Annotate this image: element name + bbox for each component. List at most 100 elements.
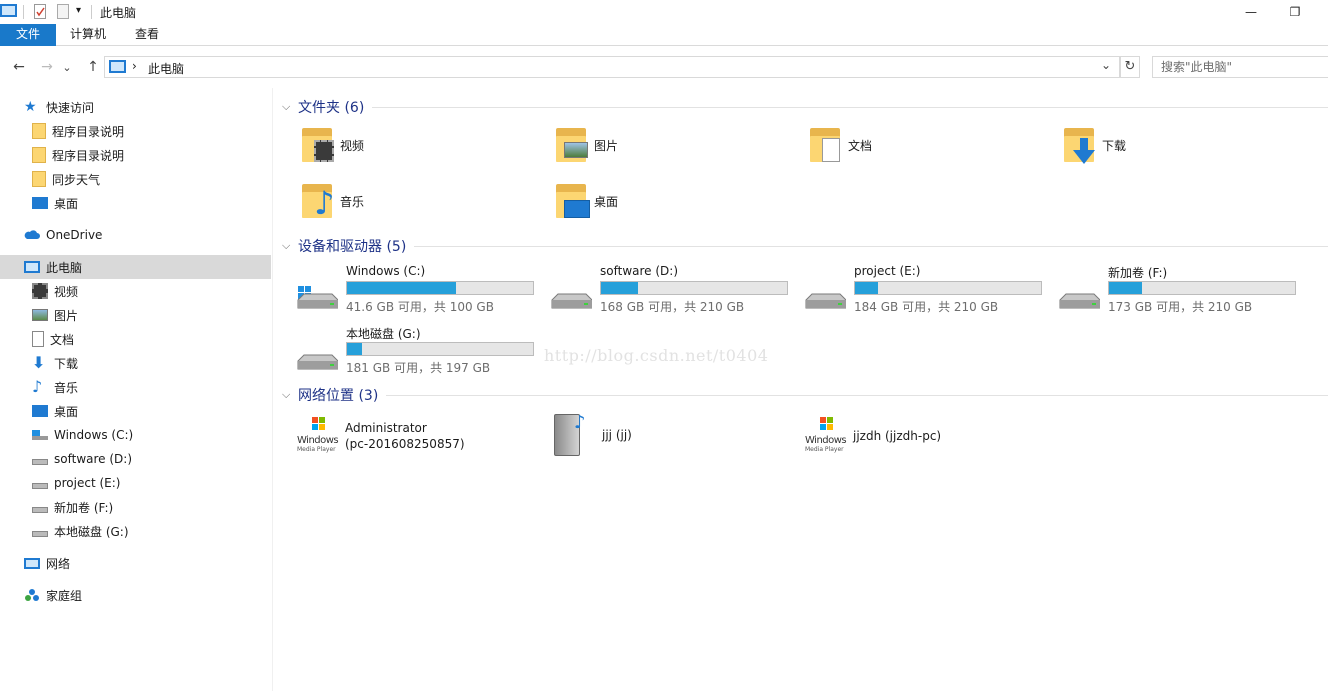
sidebar-item-this-pc[interactable]: 此电脑 xyxy=(0,255,271,279)
drive-name: 本地磁盘 (G:) xyxy=(346,327,421,341)
sidebar-item-label: 音乐 xyxy=(54,380,79,395)
network-location-jjzdh[interactable]: Windows Media Player jjzdh (jjzdh-pc) xyxy=(805,415,941,457)
recent-locations-button[interactable]: ⌄ xyxy=(60,54,74,80)
sidebar-item-label: 程序目录说明 xyxy=(52,124,125,139)
group-header-drives[interactable]: ⌵ 设备和驱动器 (5) xyxy=(282,236,1328,256)
sidebar-item-drive-g[interactable]: 本地磁盘 (G:) xyxy=(0,519,271,543)
sidebar-item-desktop[interactable]: 桌面 xyxy=(0,399,271,423)
sidebar-item-label: 文档 xyxy=(50,332,75,347)
icon-caption: Media Player xyxy=(297,446,336,453)
network-location-administrator[interactable]: Windows Media Player Administrator (pc-2… xyxy=(297,415,465,457)
sidebar-item-drive-d[interactable]: software (D:) xyxy=(0,447,271,471)
up-button[interactable]: ↑ xyxy=(82,54,104,80)
drive-icon xyxy=(32,507,48,513)
folder-tile-pictures[interactable]: 图片 xyxy=(554,126,618,164)
group-header-folders[interactable]: ⌵ 文件夹 (6) xyxy=(282,97,1328,117)
forward-button[interactable]: → xyxy=(36,54,58,80)
sidebar-item-label: project (E:) xyxy=(54,476,121,490)
minimize-button[interactable]: — xyxy=(1228,0,1274,24)
sidebar-item-quick-folder[interactable]: 程序目录说明 xyxy=(0,143,271,167)
sidebar-item-quick-folder[interactable]: 同步天气 xyxy=(0,167,271,191)
sidebar-item-label: 桌面 xyxy=(54,196,79,211)
folder-label: 音乐 xyxy=(340,194,365,209)
ribbon-tabs: 文件 计算机 查看 xyxy=(0,24,1328,46)
sidebar-item-quick-folder[interactable]: 程序目录说明 xyxy=(0,119,271,143)
drive-usage-fill xyxy=(1109,282,1142,294)
drive-name: 新加卷 (F:) xyxy=(1108,266,1168,280)
sidebar-item-label: 图片 xyxy=(54,308,79,323)
tab-view[interactable]: 查看 xyxy=(121,24,173,46)
group-header-network[interactable]: ⌵ 网络位置 (3) xyxy=(282,385,1328,405)
back-button[interactable]: ← xyxy=(8,54,30,80)
watermark-text: http://blog.csdn.net/t0404 xyxy=(544,346,769,365)
sidebar-item-onedrive[interactable]: OneDrive xyxy=(0,223,271,247)
drive-tile[interactable]: Windows (C:) 41.6 GB 可用，共 100 GB xyxy=(296,264,536,314)
drive-icon xyxy=(32,459,48,465)
drive-tile[interactable]: 本地磁盘 (G:) 181 GB 可用，共 197 GB xyxy=(296,325,536,375)
sidebar-item-documents[interactable]: 文档 xyxy=(0,327,271,351)
refresh-button[interactable]: ↻ xyxy=(1120,56,1140,78)
cloud-icon xyxy=(24,227,40,243)
network-location-jjj[interactable]: ♪ jjj (jj) xyxy=(554,412,632,458)
folder-icon xyxy=(32,123,46,139)
tab-file[interactable]: 文件 xyxy=(0,24,56,46)
drive-free-space: 168 GB 可用，共 210 GB xyxy=(600,300,745,314)
new-folder-icon[interactable] xyxy=(57,4,69,19)
folder-tile-desktop[interactable]: 桌面 xyxy=(554,182,618,220)
drive-tile[interactable]: project (E:) 184 GB 可用，共 210 GB xyxy=(804,264,1044,314)
folder-label: 图片 xyxy=(594,138,619,153)
sidebar-item-videos[interactable]: 视频 xyxy=(0,279,271,303)
sidebar-item-network[interactable]: 网络 xyxy=(0,551,271,575)
sidebar-item-label: software (D:) xyxy=(54,452,132,466)
drive-free-space: 181 GB 可用，共 197 GB xyxy=(346,361,491,375)
media-server-icon: ♪ xyxy=(554,412,596,458)
sidebar-item-label: 网络 xyxy=(46,556,71,571)
sidebar-item-pictures[interactable]: 图片 xyxy=(0,303,271,327)
divider xyxy=(386,394,1328,396)
drive-tile[interactable]: 新加卷 (F:) 173 GB 可用，共 210 GB xyxy=(1058,264,1298,314)
sidebar-item-drive-c[interactable]: Windows (C:) xyxy=(0,423,271,447)
sidebar-item-drive-f[interactable]: 新加卷 (F:) xyxy=(0,495,271,519)
sidebar-item-homegroup[interactable]: 家庭组 xyxy=(0,583,271,607)
folder-tile-documents[interactable]: 文档 xyxy=(808,126,872,164)
music-note-icon: ♪ xyxy=(32,377,43,396)
download-arrow-icon: ⬇ xyxy=(32,353,46,372)
folder-tile-music[interactable]: ♪ 音乐 xyxy=(300,182,364,220)
folder-label: 文档 xyxy=(848,138,873,153)
sidebar-item-music[interactable]: ♪ 音乐 xyxy=(0,375,271,399)
drive-name: Windows (C:) xyxy=(346,264,426,278)
drive-icon xyxy=(550,286,593,309)
properties-icon[interactable] xyxy=(34,4,46,19)
group-title: 文件夹 (6) xyxy=(298,100,365,116)
drive-icon xyxy=(296,347,339,370)
sidebar-item-quick-access[interactable]: ★ 快速访问 xyxy=(0,95,271,119)
document-folder-icon xyxy=(808,126,842,164)
computer-icon xyxy=(109,60,126,73)
drive-usage-fill xyxy=(347,282,456,294)
sidebar-item-label: 快速访问 xyxy=(46,100,95,115)
breadcrumb-this-pc[interactable]: 此电脑 xyxy=(148,60,184,77)
drive-usage-bar xyxy=(1108,281,1296,295)
tab-computer[interactable]: 计算机 xyxy=(56,24,120,46)
sidebar-item-quick-desktop[interactable]: 桌面 xyxy=(0,191,271,215)
search-input[interactable]: 搜索"此电脑" xyxy=(1152,56,1328,78)
windows-media-player-icon: Windows Media Player xyxy=(805,415,847,457)
address-dropdown-button[interactable]: ⌄ xyxy=(1101,58,1111,72)
drive-usage-bar xyxy=(346,281,534,295)
restore-button[interactable]: ❐ xyxy=(1272,0,1318,24)
drive-free-space: 41.6 GB 可用，共 100 GB xyxy=(346,300,494,314)
windows-media-player-icon: Windows Media Player xyxy=(297,415,339,457)
chevron-down-icon: ⌵ xyxy=(282,100,291,113)
address-bar[interactable]: › 此电脑 ⌄ xyxy=(104,56,1120,78)
computer-icon[interactable] xyxy=(0,4,17,17)
breadcrumb-separator[interactable]: › xyxy=(132,59,137,73)
folder-tile-videos[interactable]: 视频 xyxy=(300,126,364,164)
sidebar-item-drive-e[interactable]: project (E:) xyxy=(0,471,271,495)
desktop-icon xyxy=(32,405,48,417)
drive-usage-fill xyxy=(855,282,879,294)
quick-access-toolbar-dropdown[interactable]: ▾ xyxy=(76,5,81,16)
folder-tile-downloads[interactable]: 下载 xyxy=(1062,126,1126,164)
sidebar-item-downloads[interactable]: ⬇ 下载 xyxy=(0,351,271,375)
picture-folder-icon xyxy=(554,126,588,164)
drive-tile[interactable]: software (D:) 168 GB 可用，共 210 GB xyxy=(550,264,790,314)
